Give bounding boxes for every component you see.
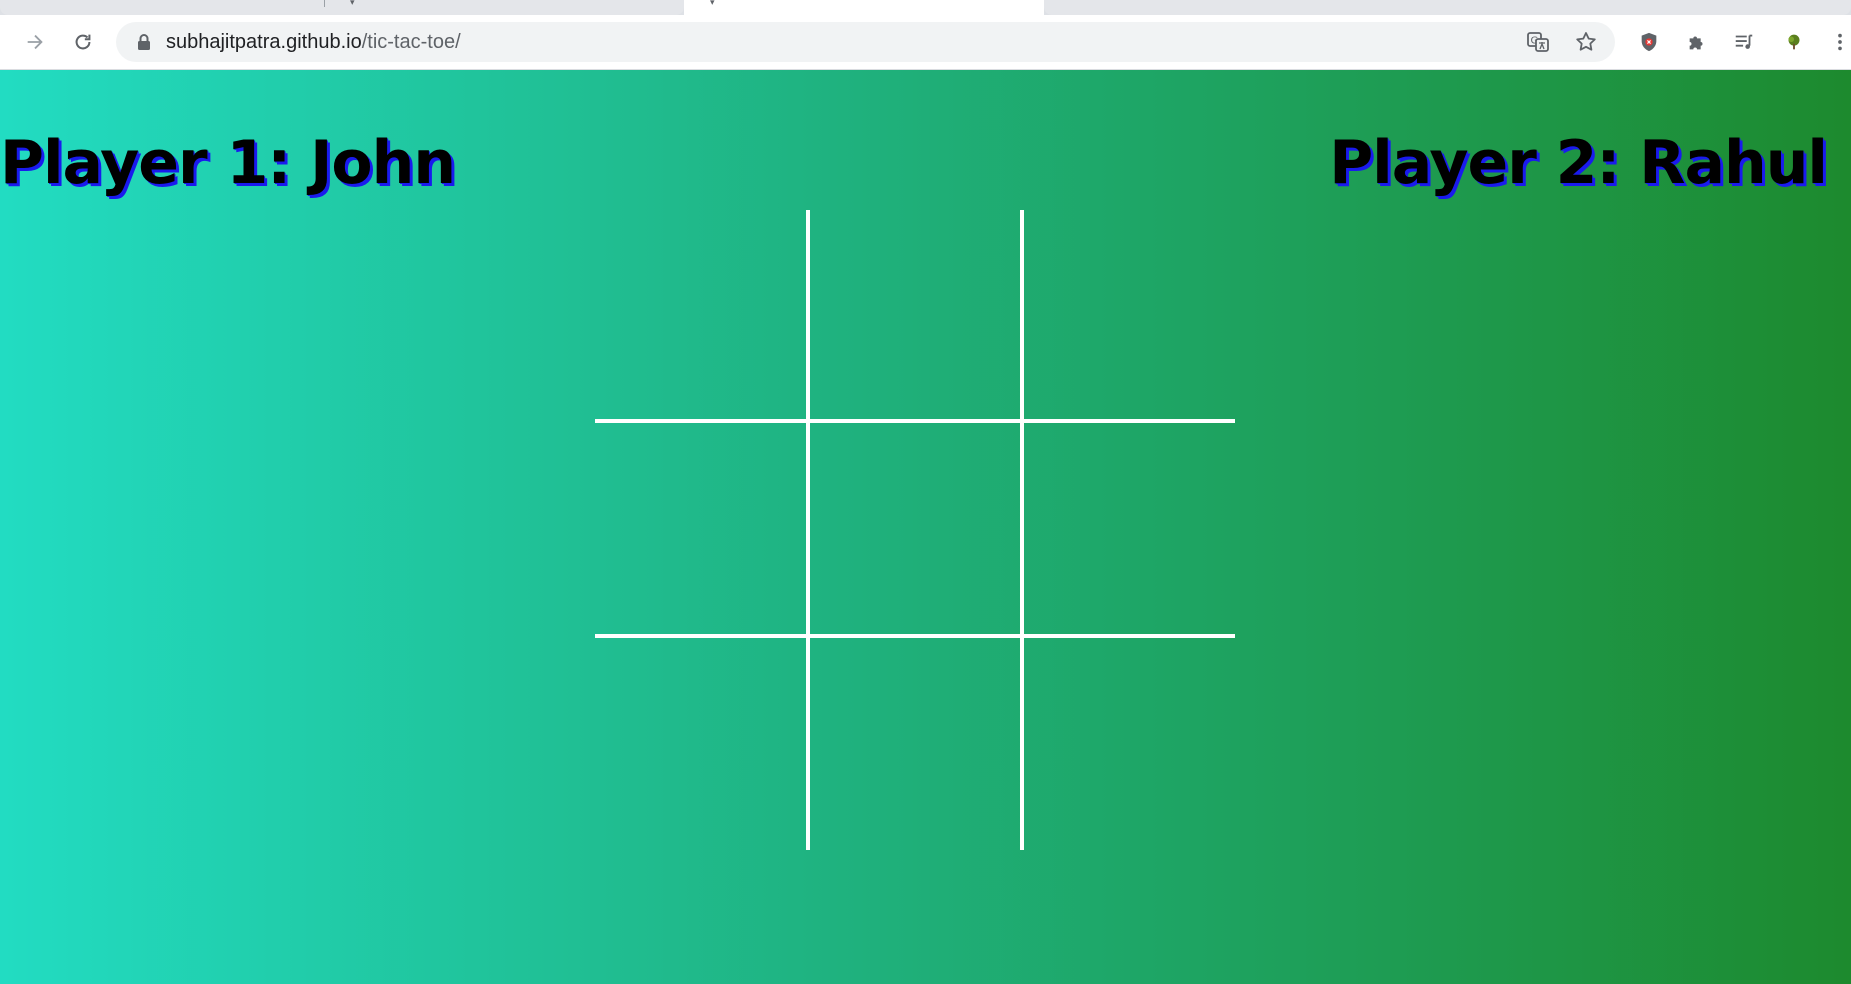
tab-inactive-right[interactable] — [1044, 0, 1851, 15]
tic-tac-toe-board — [595, 210, 1235, 850]
forward-arrow-icon — [27, 34, 43, 50]
tab-active[interactable] — [684, 0, 1044, 15]
player-2-label: Player 2: Rahul — [1329, 128, 1828, 198]
board-cell-4[interactable] — [595, 425, 806, 636]
grid-line-vertical-2 — [1020, 210, 1024, 850]
board-cell-3[interactable] — [1025, 210, 1236, 421]
grid-line-horizontal-1 — [595, 419, 1235, 423]
address-bar[interactable]: subhajitpatra.github.io/tic-tac-toe/ G — [116, 22, 1615, 62]
tab-separator — [324, 0, 325, 7]
tree-extension-icon — [1788, 34, 1800, 50]
kebab-menu-icon — [1838, 33, 1842, 51]
board-cell-8[interactable] — [810, 640, 1021, 851]
media-control-button[interactable] — [1729, 27, 1759, 57]
board-cell-7[interactable] — [595, 640, 806, 851]
url-path: /tic-tac-toe/ — [361, 31, 461, 53]
player-1-label: Player 1: John — [0, 128, 456, 198]
translate-icon[interactable]: G — [1526, 30, 1550, 54]
board-cell-9[interactable] — [1025, 640, 1236, 851]
shield-extension-icon — [1641, 32, 1657, 52]
media-queue-icon — [1735, 34, 1753, 49]
tab-inactive[interactable] — [0, 0, 684, 15]
url-text[interactable]: subhajitpatra.github.io/tic-tac-toe/ — [166, 22, 461, 62]
board-cell-2[interactable] — [810, 210, 1021, 421]
puzzle-icon — [1689, 36, 1703, 50]
extensions-button[interactable] — [1682, 27, 1712, 57]
browser-toolbar: subhajitpatra.github.io/tic-tac-toe/ G — [0, 15, 1851, 70]
tab-favicon-icon: ▾ — [350, 0, 355, 8]
grid-line-horizontal-2 — [595, 634, 1235, 638]
reload-button[interactable] — [68, 27, 98, 57]
profile-extension-button[interactable] — [1779, 27, 1809, 57]
star-icon[interactable] — [1574, 30, 1598, 54]
game-page: Player 1: John Player 2: Rahul — [0, 70, 1851, 984]
board-cell-1[interactable] — [595, 210, 806, 421]
reload-icon — [75, 34, 91, 50]
url-host: subhajitpatra.github.io — [166, 31, 362, 53]
browser-window: ▾ ▾ subhajitpatra.github.io/tic-tac-toe/ — [0, 0, 1851, 984]
lock-icon[interactable] — [136, 33, 152, 51]
active-tab-favicon-icon: ▾ — [710, 0, 715, 8]
tab-strip: ▾ ▾ — [0, 0, 1851, 15]
browser-menu-button[interactable] — [1825, 27, 1851, 57]
grid-line-vertical-1 — [806, 210, 810, 850]
forward-button[interactable] — [20, 27, 50, 57]
shield-extension-button[interactable] — [1634, 27, 1664, 57]
board-cell-6[interactable] — [1025, 425, 1236, 636]
board-cell-5[interactable] — [810, 425, 1021, 636]
